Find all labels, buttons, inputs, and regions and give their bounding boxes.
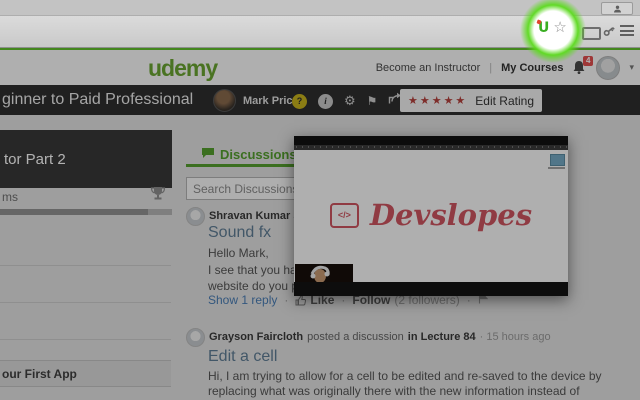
flag-icon[interactable]: ⚑ [367, 94, 378, 109]
udemy-extension-icon[interactable]: U [536, 18, 549, 35]
bookmark-star-icon[interactable]: ☆ [553, 20, 566, 35]
desktop-file-icon [550, 154, 565, 166]
course-progress-fill [0, 209, 148, 215]
browser-profile-button[interactable] [601, 2, 633, 15]
course-header-bar: ginner to Paid Professional Mark Price ?… [0, 85, 640, 115]
notifications-bell-icon[interactable]: 4 [572, 55, 594, 76]
instructor-name: Mark Price [243, 94, 299, 107]
sidebar-divider [0, 265, 171, 266]
discussion-title[interactable]: Sound fx [208, 224, 271, 242]
info-icon[interactable]: i [318, 93, 333, 109]
avatar [186, 207, 205, 226]
tab-discussions[interactable]: Discussions [201, 147, 297, 162]
udemy-logo[interactable]: udemy [148, 55, 218, 82]
meta-timestamp: · 15 hours ago [479, 331, 551, 343]
sidebar-divider [0, 339, 171, 340]
video-letterbox-top [294, 136, 568, 145]
web-page: udemy Become an Instructor | My Courses … [0, 48, 640, 400]
meta-action: posted a discussion [307, 331, 404, 343]
extension-window-icon[interactable] [582, 27, 601, 40]
discussion-meta: Grayson Faircloth posted a discussion in… [209, 331, 551, 343]
instructor-avatar [213, 89, 236, 112]
course-title: ginner to Paid Professional [2, 91, 194, 108]
desktop-file-label [548, 167, 565, 169]
progress-label: ms [2, 190, 18, 204]
notification-count-badge: 4 [583, 55, 594, 66]
screenshot-stage: U ☆ udemy Become an Instructor | My Cour… [0, 0, 640, 400]
show-reply-link[interactable]: Show 1 reply [208, 293, 277, 307]
key-extension-icon[interactable] [602, 24, 616, 43]
browser-menu-icon[interactable] [620, 25, 634, 36]
video-content: </> Devslopes [294, 150, 568, 296]
chevron-down-icon[interactable]: ▾ [629, 63, 634, 73]
rating-stars: ★★★★★ [407, 94, 468, 107]
extension-video-popup[interactable]: </> Devslopes [294, 136, 568, 296]
edit-rating-button[interactable]: ★★★★★ Edit Rating [400, 89, 542, 112]
devslopes-brand: </> Devslopes [294, 198, 568, 232]
my-courses-link[interactable]: My Courses [501, 62, 563, 74]
sidebar-section-header[interactable]: our First App [0, 360, 171, 387]
trophy-icon [150, 186, 166, 206]
discussion-author[interactable]: Grayson Faircloth [209, 331, 303, 343]
become-instructor-link[interactable]: Become an Instructor [376, 62, 481, 74]
edit-rating-label: Edit Rating [475, 93, 534, 108]
avatar [186, 328, 205, 347]
video-letterbox-bottom [294, 282, 568, 296]
discussion-body-line: Hi, I am trying to allow for a cell to b… [208, 369, 602, 383]
devslopes-wordmark: Devslopes [369, 198, 533, 232]
discussion-body-line: Hello Mark, [208, 246, 269, 260]
code-brackets-icon: </> [329, 202, 359, 228]
discussion-title[interactable]: Edit a cell [208, 348, 277, 366]
person-icon [613, 0, 622, 18]
tab-discussions-label: Discussions [220, 147, 297, 162]
current-lecture-box[interactable]: tor Part 2 [0, 130, 172, 188]
header-divider: | [489, 61, 493, 74]
separator-dot: · [284, 293, 289, 307]
user-avatar[interactable] [596, 55, 621, 80]
course-progress-bar [0, 209, 172, 215]
help-icon[interactable]: ? [292, 93, 307, 109]
gear-icon[interactable]: ⚙ [344, 94, 356, 109]
active-tab-indicator [186, 164, 298, 167]
instructor-chip[interactable]: Mark Price [213, 89, 299, 112]
udemy-site-header: udemy Become an Instructor | My Courses … [0, 50, 640, 85]
discussion-body-line: replacing what was originally there with… [208, 384, 580, 398]
window-frame [0, 0, 640, 16]
sidebar-divider [0, 302, 171, 303]
meta-lecture[interactable]: in Lecture 84 [408, 331, 476, 343]
chat-bubble-icon [201, 147, 215, 162]
